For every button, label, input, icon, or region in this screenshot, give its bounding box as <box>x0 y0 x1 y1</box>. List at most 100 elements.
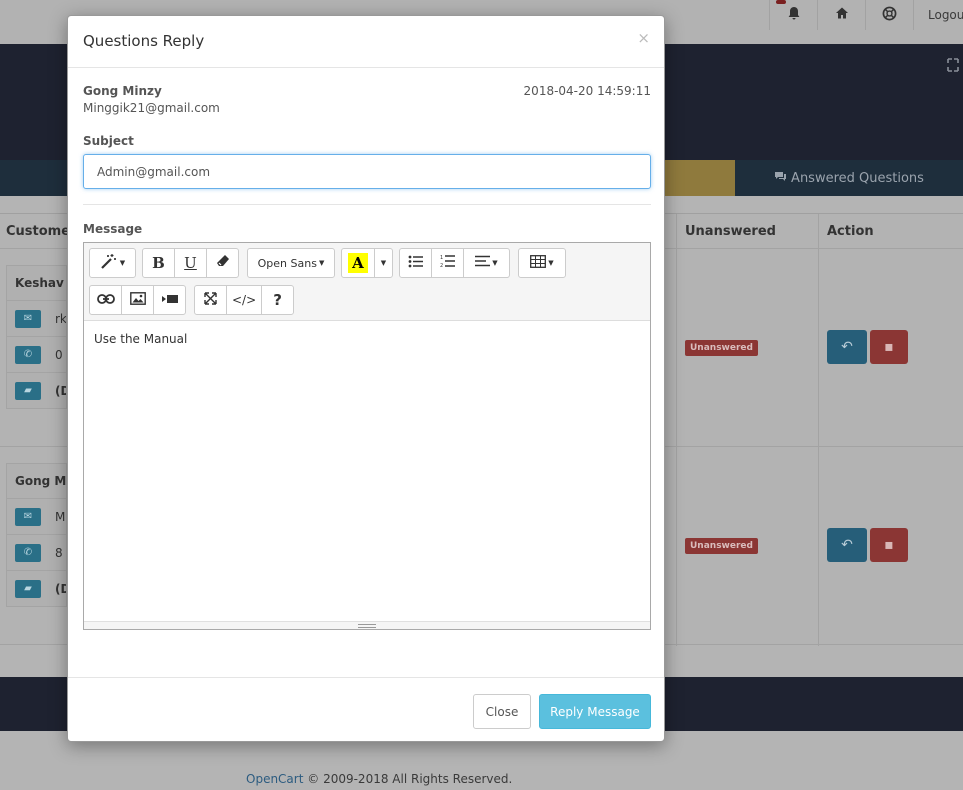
message-editor: ▼ B U Open Sans ▼ A ▼ 1 2 ▼ ▼ </> ? Use … <box>83 242 651 630</box>
delete-button[interactable]: ▪ <box>870 528 908 562</box>
column-divider <box>818 214 819 646</box>
close-button[interactable]: Close <box>473 694 531 729</box>
svg-text:1: 1 <box>440 255 443 261</box>
logout-link[interactable]: Logou <box>913 0 963 30</box>
modal-close-icon[interactable]: × <box>637 29 650 47</box>
header-unanswered: Unanswered <box>685 224 776 239</box>
opencart-link[interactable]: OpenCart <box>246 772 303 786</box>
tab-answered-label: Answered Questions <box>791 170 924 186</box>
clear-format-button[interactable] <box>206 248 239 278</box>
reply-button[interactable]: ↶ <box>827 528 867 562</box>
questions-reply-modal: Questions Reply × Gong Minzy Minggik21@g… <box>67 15 665 742</box>
customer-card: Keshav R ✉rk ✆0 ▰(D <box>6 265 67 409</box>
align-left-icon <box>475 255 491 271</box>
modal-header: Questions Reply × <box>68 16 664 68</box>
copyright-text: © 2009-2018 All Rights Reserved. <box>307 772 513 786</box>
customer-name: Gong Mi <box>15 474 66 488</box>
envelope-icon[interactable]: ✉ <box>15 507 41 526</box>
customer-email[interactable]: M <box>55 510 65 524</box>
align-dropdown-button[interactable]: ▼ <box>463 248 510 278</box>
customer-phone-line: ✆ 0 <box>7 336 66 372</box>
insert-table-button[interactable]: ▼ <box>518 248 566 278</box>
unordered-list-button[interactable] <box>399 248 432 278</box>
help-button[interactable] <box>865 0 913 30</box>
list-ol-icon: 12 <box>440 254 456 272</box>
magic-wand-icon <box>100 253 118 273</box>
message-editable-area[interactable]: Use the Manual <box>84 321 650 621</box>
reply-button[interactable]: ↶ <box>827 330 867 364</box>
text-color-button[interactable]: A <box>341 248 375 278</box>
view-group: </> ? <box>194 285 295 315</box>
insert-video-button[interactable] <box>153 285 186 315</box>
customer-email[interactable]: rk <box>55 312 66 326</box>
modal-footer: Close Reply Message <box>68 677 664 742</box>
phone-icon[interactable]: ✆ <box>15 543 41 562</box>
truck-icon[interactable]: ▰ <box>15 579 41 598</box>
fullscreen-button[interactable] <box>194 285 227 315</box>
editor-toolbar: ▼ B U Open Sans ▼ A ▼ 1 2 ▼ ▼ </> ? <box>84 243 650 321</box>
notification-button[interactable] <box>769 0 817 30</box>
help-button[interactable]: ? <box>261 285 295 315</box>
status-badge: Unanswered <box>685 340 758 356</box>
bold-button[interactable]: B <box>142 248 175 278</box>
column-divider <box>676 214 677 646</box>
reply-message-button[interactable]: Reply Message <box>539 694 651 729</box>
caret-down-icon: ▼ <box>492 259 498 267</box>
sender-email: Minggik21@gmail.com <box>83 101 220 115</box>
font-family-dropdown[interactable]: Open Sans ▼ <box>247 248 335 278</box>
link-icon <box>96 293 115 308</box>
eraser-icon <box>216 254 230 272</box>
picture-icon <box>129 291 146 309</box>
text-color-icon: A <box>348 253 368 273</box>
status-badge: Unanswered <box>685 538 758 554</box>
customer-other: (D <box>55 383 66 398</box>
divider <box>83 204 651 205</box>
caret-down-icon: ▼ <box>119 259 126 267</box>
customer-other: (D <box>55 581 66 596</box>
font-style-group: B U <box>142 248 239 278</box>
reply-icon: ↶ <box>841 537 853 553</box>
tab-unanswered[interactable] <box>664 160 735 196</box>
subject-input[interactable] <box>83 154 651 189</box>
copyright: OpenCart © 2009-2018 All Rights Reserved… <box>246 772 512 786</box>
code-view-button[interactable]: </> <box>226 285 263 315</box>
customer-phone: 8 <box>55 545 63 560</box>
style-button[interactable]: ▼ <box>89 248 136 278</box>
insert-link-button[interactable] <box>89 285 122 315</box>
delete-button[interactable]: ▪ <box>870 330 908 364</box>
customer-phone: 0 <box>55 347 63 362</box>
font-family-value: Open Sans <box>257 256 317 270</box>
tab-answered[interactable]: Answered Questions <box>735 160 963 196</box>
home-button[interactable] <box>817 0 865 30</box>
life-ring-icon <box>882 6 897 25</box>
video-icon <box>161 293 178 308</box>
style-group: ▼ <box>89 248 136 278</box>
phone-icon[interactable]: ✆ <box>15 345 41 364</box>
underline-button[interactable]: U <box>174 248 207 278</box>
modal-title: Questions Reply <box>83 32 205 50</box>
notification-badge <box>776 0 786 4</box>
paragraph-group: 12 ▼ <box>399 248 510 278</box>
customer-name: Keshav R <box>15 276 66 290</box>
top-icons: Logou <box>769 0 963 30</box>
svg-text:2: 2 <box>440 263 443 268</box>
header-customer: Customer <box>6 224 77 239</box>
font-family-group: Open Sans ▼ <box>247 248 335 278</box>
customer-phone-line: ✆ 8 <box>7 534 66 570</box>
list-ul-icon <box>408 255 424 272</box>
color-dropdown-button[interactable]: ▼ <box>374 248 393 278</box>
caret-down-icon: ▼ <box>548 259 554 267</box>
customer-other-line: ▰ (D <box>7 372 66 408</box>
subject-label: Subject <box>83 134 134 148</box>
envelope-icon[interactable]: ✉ <box>15 309 41 328</box>
truck-icon[interactable]: ▰ <box>15 381 41 400</box>
expand-icon[interactable] <box>947 58 959 76</box>
customer-other-line: ▰ (D <box>7 570 66 606</box>
editor-resize-handle[interactable] <box>84 621 650 629</box>
caret-down-icon: ▼ <box>318 259 325 267</box>
home-icon <box>835 6 849 24</box>
ordered-list-button[interactable]: 12 <box>431 248 464 278</box>
grip-icon <box>358 623 376 628</box>
insert-image-button[interactable] <box>121 285 154 315</box>
message-label: Message <box>83 222 143 236</box>
